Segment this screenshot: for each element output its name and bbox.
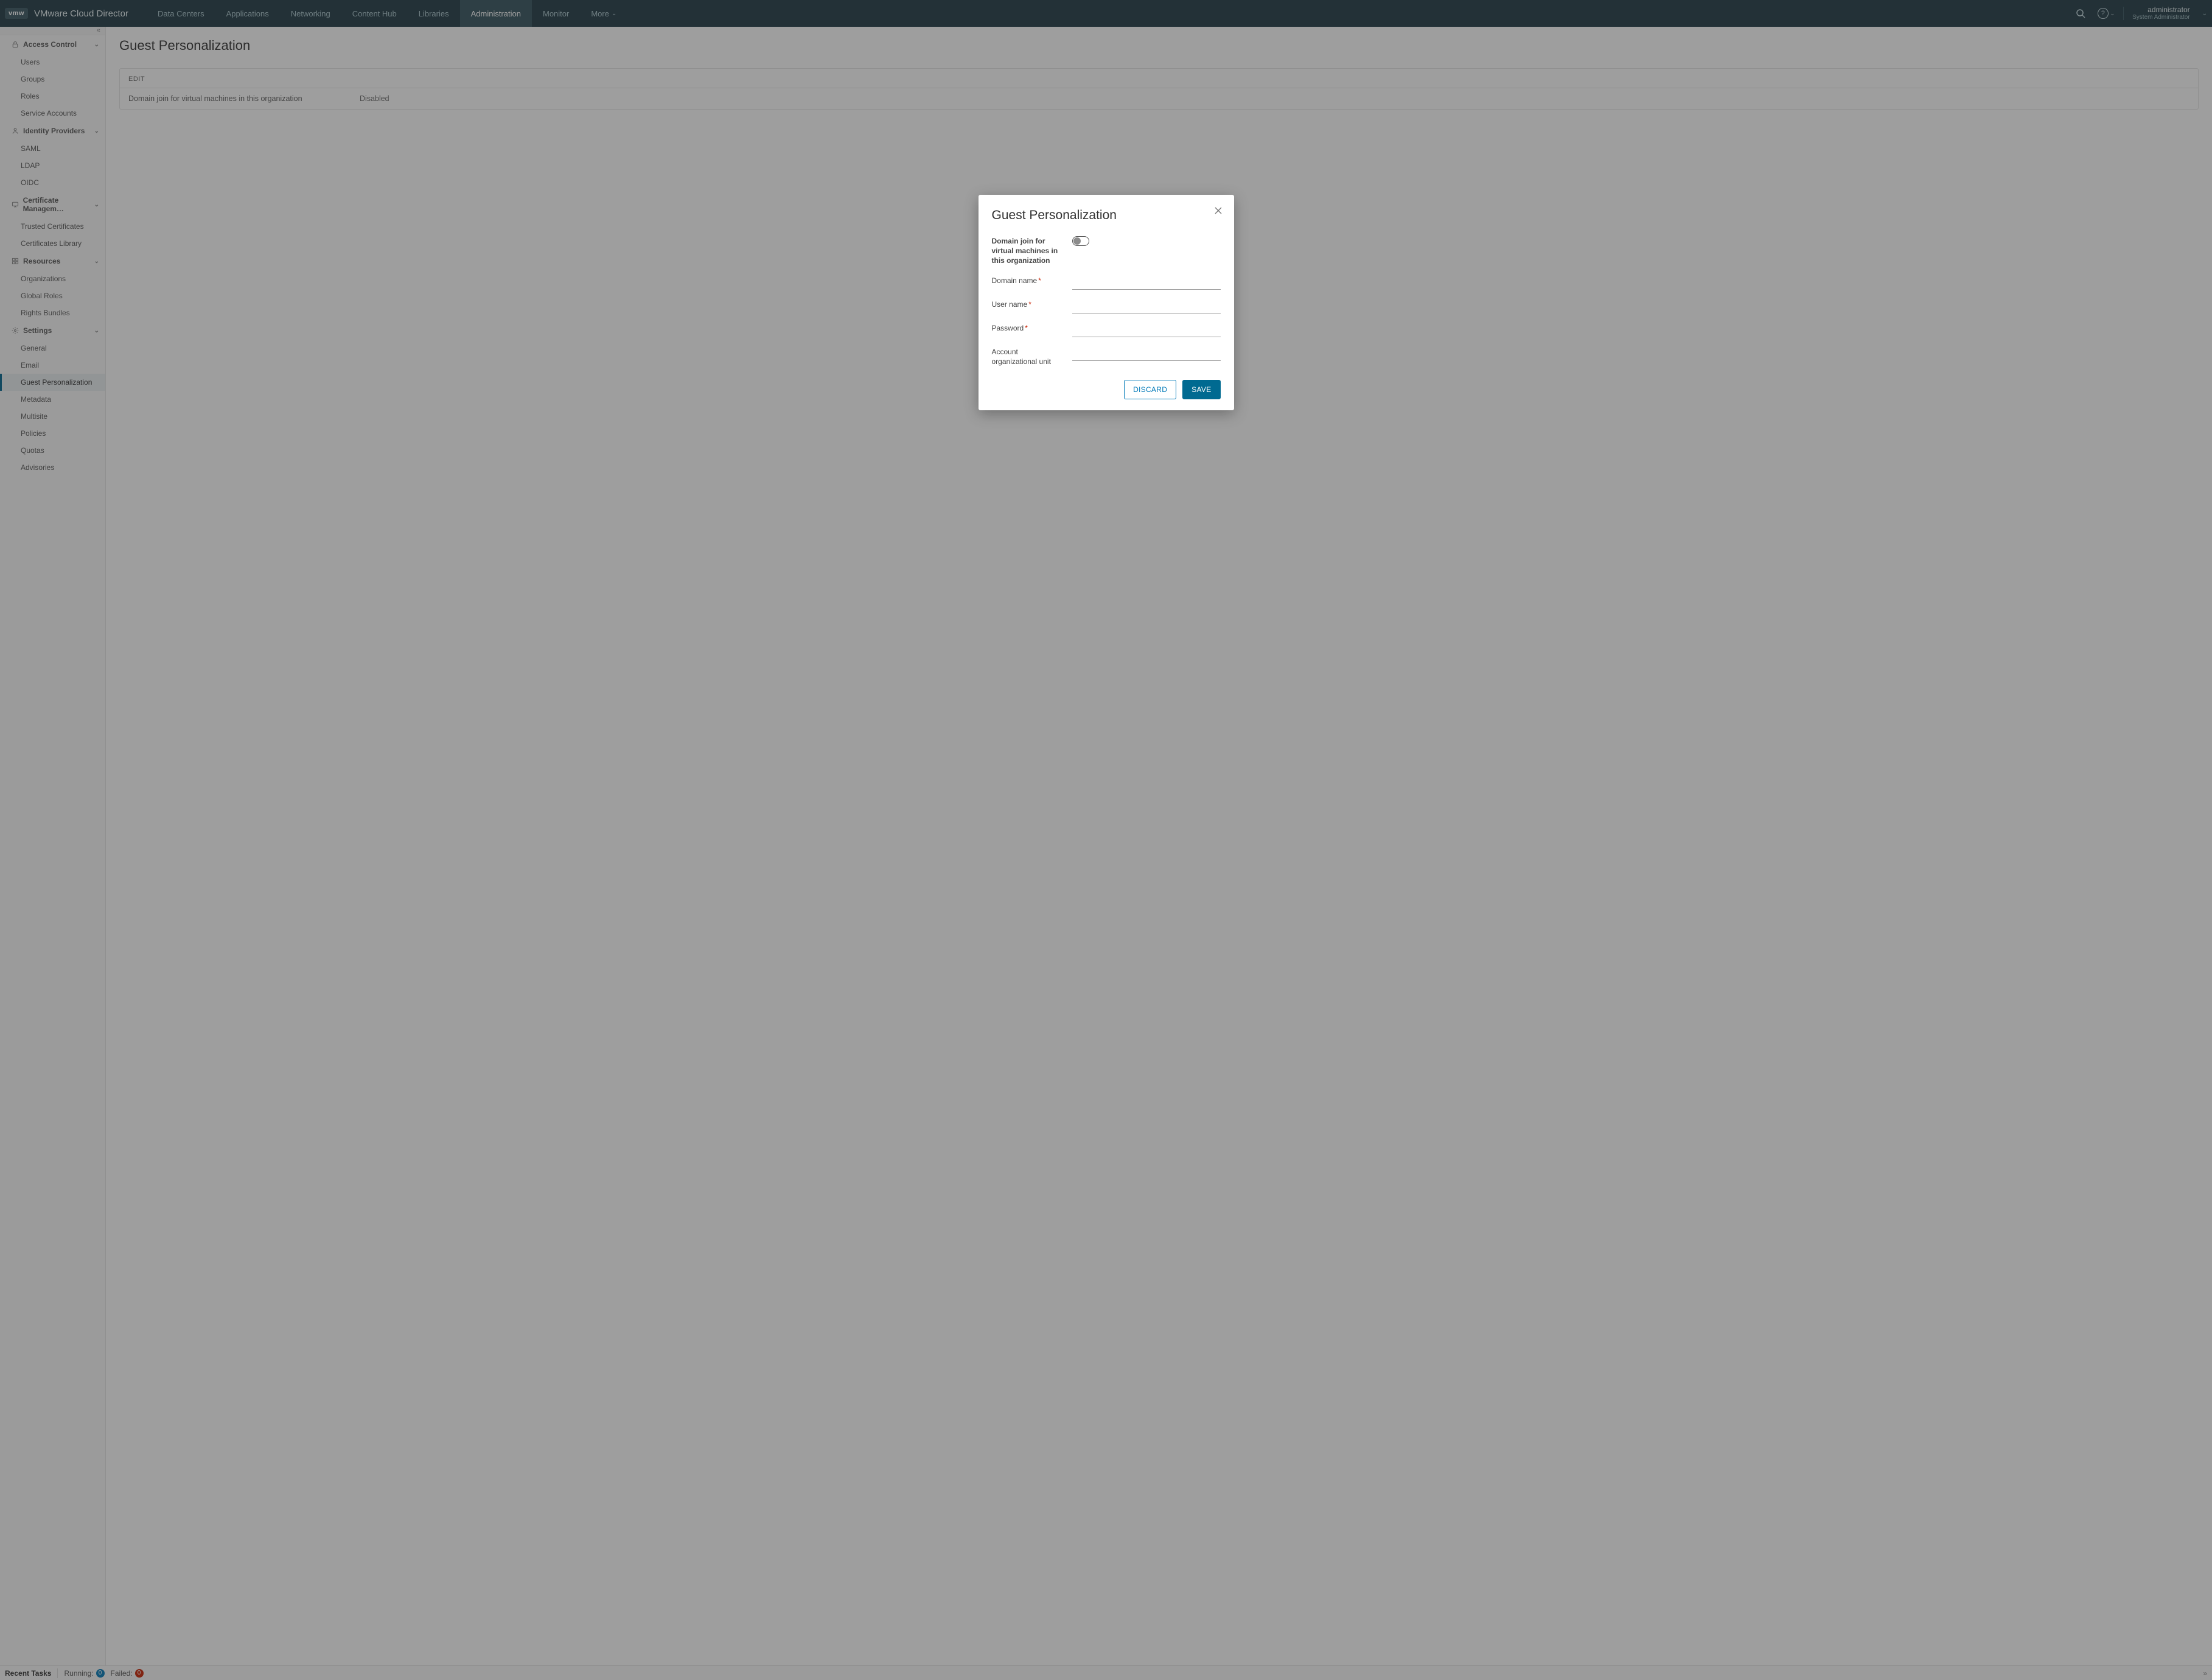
toggle-row: Domain join for virtual machines in this… (992, 236, 1221, 266)
field-label-text: User name (992, 300, 1028, 309)
field-label: Account organizational unit (992, 347, 1064, 366)
toggle-knob (1073, 237, 1081, 245)
field-label: Domain name* (992, 276, 1064, 285)
guest-personalization-dialog: Guest Personalization Domain join for vi… (979, 195, 1234, 410)
dialog-title: Guest Personalization (992, 208, 1221, 223)
user-name-row: User name* (992, 299, 1221, 313)
required-indicator: * (1038, 276, 1041, 285)
password-input[interactable] (1072, 323, 1221, 337)
field-label: User name* (992, 299, 1064, 309)
account-ou-input[interactable] (1072, 347, 1221, 361)
required-indicator: * (1028, 300, 1031, 309)
field-label-text: Domain name (992, 276, 1038, 285)
domain-name-row: Domain name* (992, 276, 1221, 290)
required-indicator: * (1025, 324, 1028, 332)
dialog-actions: DISCARD SAVE (992, 380, 1221, 399)
close-button[interactable] (1212, 205, 1224, 217)
discard-button[interactable]: DISCARD (1124, 380, 1176, 399)
ou-row: Account organizational unit (992, 347, 1221, 366)
domain-join-toggle[interactable] (1072, 236, 1089, 246)
save-button[interactable]: SAVE (1182, 380, 1220, 399)
domain-name-input[interactable] (1072, 276, 1221, 290)
field-label-text: Password (992, 324, 1024, 332)
modal-overlay: Guest Personalization Domain join for vi… (0, 0, 2212, 1680)
password-row: Password* (992, 323, 1221, 337)
toggle-label: Domain join for virtual machines in this… (992, 236, 1064, 266)
close-icon (1214, 206, 1223, 215)
user-name-input[interactable] (1072, 299, 1221, 313)
field-label: Password* (992, 323, 1064, 333)
